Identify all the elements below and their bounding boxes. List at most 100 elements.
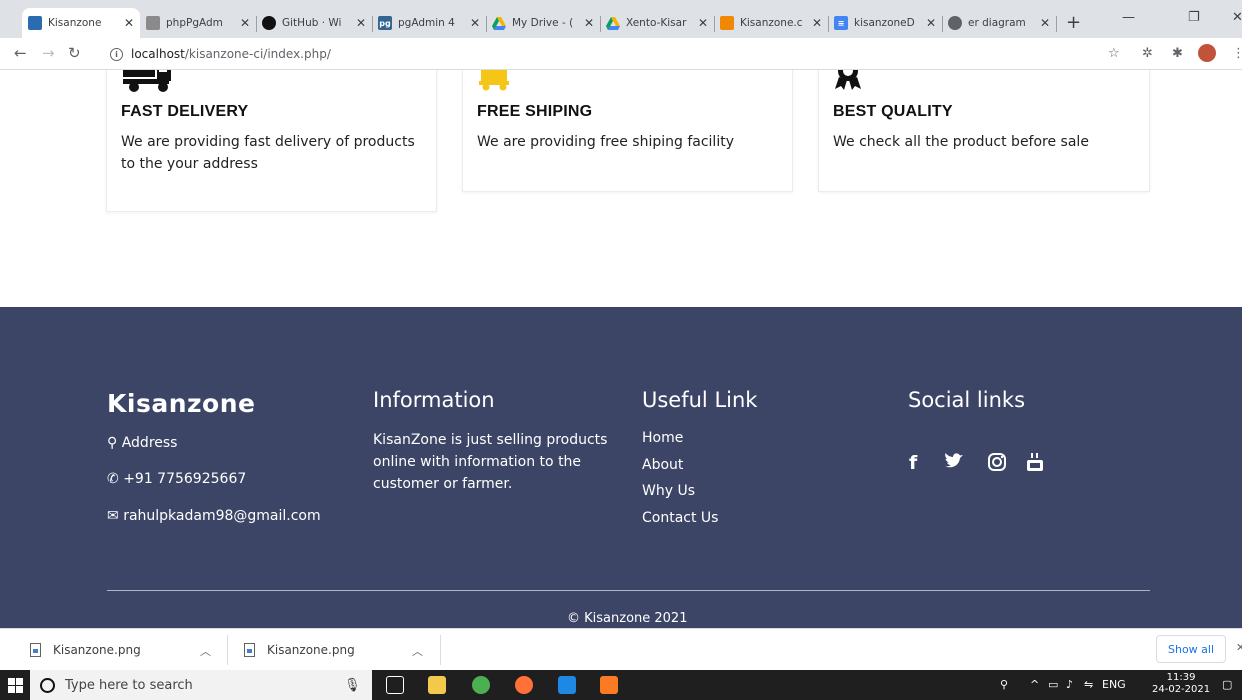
minimize-button[interactable]: — bbox=[1122, 10, 1135, 25]
url-path: /kisanzone-ci/index.php/ bbox=[184, 47, 331, 61]
file-explorer-icon[interactable] bbox=[428, 676, 446, 694]
language-indicator[interactable]: ENG bbox=[1102, 678, 1126, 691]
extension-bug-icon[interactable]: ✲ bbox=[1142, 46, 1153, 61]
truck-icon bbox=[121, 70, 185, 97]
envelope-icon: ✉ bbox=[107, 508, 119, 524]
tab-github[interactable]: GitHub · Wi ✕ bbox=[256, 8, 372, 38]
phone-icon: ✆ bbox=[107, 471, 119, 487]
close-icon[interactable]: ✕ bbox=[470, 16, 480, 30]
extensions-puzzle-icon[interactable]: ✱ bbox=[1172, 46, 1183, 61]
window-close-button[interactable]: ✕ bbox=[1232, 10, 1242, 25]
firefox-icon[interactable] bbox=[515, 676, 533, 694]
browser-tab-strip: Kisanzone ✕ phpPgAdm ✕ GitHub · Wi ✕ pg … bbox=[0, 0, 1242, 38]
feature-title: FAST DELIVERY bbox=[121, 103, 249, 120]
tab-my-drive[interactable]: My Drive - ( ✕ bbox=[486, 8, 600, 38]
chevron-up-icon[interactable]: ︿ bbox=[412, 643, 423, 659]
footer-phone[interactable]: ✆ +91 7756925667 bbox=[107, 471, 246, 487]
close-icon[interactable]: ✕ bbox=[356, 16, 366, 30]
back-arrow-icon[interactable]: ← bbox=[14, 44, 27, 62]
reload-icon[interactable]: ↻ bbox=[68, 44, 81, 62]
maximize-button[interactable]: ❐ bbox=[1188, 10, 1200, 25]
close-icon[interactable]: ✕ bbox=[926, 16, 936, 30]
pgadmin-favicon: pg bbox=[378, 16, 392, 30]
footer-link-contact-us[interactable]: Contact Us bbox=[642, 510, 718, 526]
feature-card-free-shipping: FREE SHIPING We are providing free shipi… bbox=[462, 70, 793, 192]
tab-kisanzone-drawio[interactable]: Kisanzone.c ✕ bbox=[714, 8, 828, 38]
show-all-button[interactable]: Show all bbox=[1156, 635, 1226, 663]
download-bar: Kisanzone.png ︿ Kisanzone.png ︿ Show all… bbox=[0, 628, 1242, 670]
map-marker-icon: ⚲ bbox=[107, 435, 118, 451]
tab-pgadmin[interactable]: pg pgAdmin 4 ✕ bbox=[372, 8, 486, 38]
network-icon[interactable]: ⇋ bbox=[1084, 678, 1093, 691]
address-bar[interactable]: i localhost/kisanzone-ci/index.php/ bbox=[110, 42, 1140, 66]
forward-arrow-icon[interactable]: → bbox=[42, 44, 55, 62]
info-icon[interactable]: i bbox=[110, 47, 123, 61]
tab-xento-kisan[interactable]: Xento-Kisar ✕ bbox=[600, 8, 714, 38]
youtube-icon[interactable] bbox=[1025, 452, 1045, 477]
profile-avatar[interactable] bbox=[1198, 44, 1216, 62]
page-viewport: FAST DELIVERY We are providing fast deli… bbox=[0, 70, 1242, 628]
drive-favicon bbox=[492, 16, 506, 30]
notification-icon[interactable]: ▢ bbox=[1222, 678, 1232, 691]
instagram-icon[interactable] bbox=[987, 452, 1007, 477]
footer-link-about[interactable]: About bbox=[642, 457, 683, 473]
close-icon[interactable]: ✕ bbox=[1040, 16, 1050, 30]
people-icon[interactable]: ⚲ bbox=[1000, 678, 1008, 691]
chevron-up-icon[interactable]: ︿ bbox=[200, 643, 211, 659]
taskbar-search[interactable]: Type here to search 🎙 bbox=[30, 670, 372, 700]
close-icon[interactable]: ✕ bbox=[698, 16, 708, 30]
volume-icon[interactable]: ♪ bbox=[1066, 678, 1073, 691]
chrome-icon[interactable] bbox=[472, 676, 490, 694]
close-icon[interactable]: ✕ bbox=[584, 16, 594, 30]
microphone-icon[interactable]: 🎙 bbox=[344, 678, 361, 693]
feature-title: BEST QUALITY bbox=[833, 103, 953, 120]
tab-phppgadmin[interactable]: phpPgAdm ✕ bbox=[140, 8, 256, 38]
feature-card-best-quality: BEST QUALITY We check all the product be… bbox=[818, 70, 1150, 192]
battery-icon[interactable]: ▭ bbox=[1048, 678, 1058, 691]
cortana-icon bbox=[40, 677, 55, 693]
twitter-icon[interactable] bbox=[944, 452, 964, 475]
copyright-text: © Kisanzone 2021 bbox=[567, 611, 688, 626]
download-item[interactable]: Kisanzone.png bbox=[30, 629, 141, 671]
cart-icon bbox=[477, 70, 513, 95]
vscode-icon[interactable] bbox=[558, 676, 576, 694]
tab-kisanzone[interactable]: Kisanzone ✕ bbox=[22, 8, 140, 38]
tab-kisanzone-docs[interactable]: ≡ kisanzoneD ✕ bbox=[828, 8, 942, 38]
close-icon[interactable]: ✕ bbox=[124, 16, 134, 30]
download-item[interactable]: Kisanzone.png bbox=[244, 629, 355, 671]
drawio-favicon bbox=[720, 16, 734, 30]
facebook-icon[interactable]: f bbox=[909, 452, 917, 474]
docs-favicon: ≡ bbox=[834, 16, 848, 30]
taskbar-clock[interactable]: 11:39 24-02-2021 bbox=[1152, 672, 1210, 696]
xampp-icon[interactable] bbox=[600, 676, 618, 694]
footer-divider bbox=[107, 590, 1150, 591]
bookmark-star-icon[interactable]: ☆ bbox=[1108, 46, 1120, 61]
social-links-title: Social links bbox=[908, 388, 1026, 412]
windows-taskbar: Type here to search 🎙 ⚲ ^ ▭ ♪ ⇋ ENG 11:3… bbox=[0, 670, 1242, 700]
footer-link-home[interactable]: Home bbox=[642, 430, 683, 446]
feature-title: FREE SHIPING bbox=[477, 103, 593, 120]
footer-email[interactable]: ✉ rahulpkadam98@gmail.com bbox=[107, 508, 321, 524]
task-view-icon[interactable] bbox=[386, 676, 404, 694]
tab-er-diagram[interactable]: er diagram ✕ bbox=[942, 8, 1056, 38]
github-favicon bbox=[262, 16, 276, 30]
drive-favicon bbox=[606, 16, 620, 30]
footer-link-why-us[interactable]: Why Us bbox=[642, 483, 695, 499]
footer-address: ⚲ Address bbox=[107, 435, 178, 451]
windows-start-icon[interactable] bbox=[8, 678, 23, 697]
close-icon[interactable]: ✕ bbox=[240, 16, 250, 30]
close-icon[interactable]: ✕ bbox=[812, 16, 822, 30]
useful-link-title: Useful Link bbox=[642, 388, 758, 412]
menu-dots-icon[interactable]: ⋮ bbox=[1232, 46, 1242, 61]
feature-text: We check all the product before sale bbox=[833, 134, 1089, 150]
footer-brand: Kisanzone bbox=[107, 389, 256, 418]
globe-favicon bbox=[948, 16, 962, 30]
image-file-icon bbox=[30, 643, 41, 657]
new-tab-button[interactable]: + bbox=[1066, 12, 1081, 33]
image-file-icon bbox=[244, 643, 255, 657]
chevron-up-icon[interactable]: ^ bbox=[1030, 678, 1039, 691]
award-icon bbox=[833, 70, 863, 95]
phppgadmin-favicon bbox=[146, 16, 160, 30]
site-footer: Kisanzone ⚲ Address ✆ +91 7756925667 ✉ r… bbox=[0, 307, 1242, 628]
close-icon[interactable]: ✕ bbox=[1236, 641, 1242, 654]
